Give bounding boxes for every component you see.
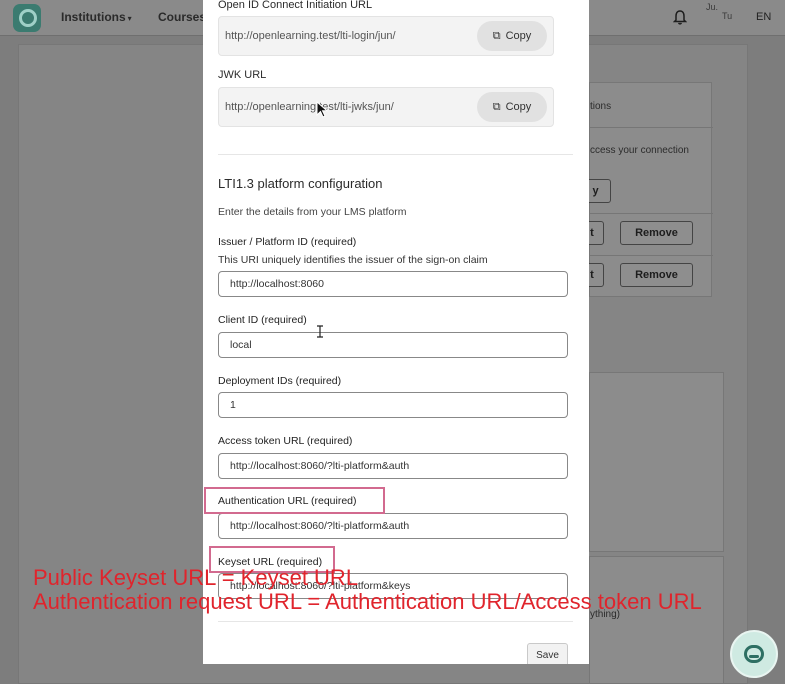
bg-panel-tab: tions (590, 101, 612, 112)
copy-icon: ⧉ (492, 101, 501, 113)
bg-divider (590, 127, 713, 128)
chat-widget-button[interactable] (730, 630, 778, 678)
bg-remove-button: Remove (620, 263, 693, 287)
bg-remove-button: Remove (620, 221, 693, 245)
copy-label: Copy (505, 30, 532, 42)
bg-panel-description: ccess your connection (590, 145, 689, 156)
bell-icon[interactable] (673, 10, 687, 25)
jwk-copy-button[interactable]: ⧉ Copy (477, 92, 547, 122)
background-panel-3: ything) (589, 556, 724, 684)
chat-line-icon (749, 655, 759, 658)
bg-divider (590, 255, 713, 256)
background-tools-panel: tions ccess your connection y t Remove t… (580, 82, 713, 297)
mouse-pointer-icon (316, 101, 328, 118)
issuer-input[interactable] (218, 271, 568, 297)
section-divider (218, 154, 573, 155)
nav-courses-label: Courses (158, 10, 207, 24)
jwk-url-label: JWK URL (218, 69, 267, 81)
bg-divider (590, 213, 713, 214)
nav-institutions-label: Institutions (61, 10, 126, 24)
deployment-ids-label: Deployment IDs (required) (218, 375, 342, 387)
save-button[interactable]: Save (527, 643, 568, 664)
client-id-input[interactable] (218, 332, 568, 358)
jwk-url-box: http://openlearning.test/lti-jwks/jun/ ⧉… (218, 87, 554, 127)
nav-institutions[interactable]: Institutions ▾ (61, 10, 132, 24)
language-selector[interactable]: EN (756, 11, 771, 23)
section-title: LTI1.3 platform configuration (218, 176, 383, 191)
user-name-line2: Tu (722, 11, 733, 21)
jwk-url-value: http://openlearning.test/lti-jwks/jun/ (225, 101, 394, 113)
user-avatar[interactable]: Ju. Tu (706, 3, 732, 21)
oidc-copy-button[interactable]: ⧉ Copy (477, 21, 547, 51)
copy-icon: ⧉ (492, 30, 501, 42)
authentication-url-input[interactable] (218, 513, 568, 539)
annotation-line-2: Authentication request URL = Authenticat… (33, 589, 702, 614)
section-subtitle: Enter the details from your LMS platform (218, 206, 407, 218)
chevron-down-icon: ▾ (127, 14, 132, 23)
oidc-url-label: Open ID Connect Initiation URL (218, 0, 373, 11)
issuer-help-text: This URI uniquely identifies the issuer … (218, 254, 488, 266)
annotation-line-1: Public Keyset URL = Keyset URL (33, 565, 359, 590)
issuer-label: Issuer / Platform ID (required) (218, 236, 357, 248)
oidc-url-value: http://openlearning.test/lti-login/jun/ (225, 30, 396, 42)
access-token-url-label: Access token URL (required) (218, 435, 353, 447)
oidc-url-box: http://openlearning.test/lti-login/jun/ … (218, 16, 554, 56)
background-panel-2 (589, 372, 724, 552)
chat-bubble-icon (744, 645, 764, 663)
client-id-label: Client ID (required) (218, 314, 307, 326)
deployment-ids-input[interactable] (218, 392, 568, 418)
openlearning-logo[interactable] (13, 4, 41, 32)
access-token-url-input[interactable] (218, 453, 568, 479)
text-cursor-icon (317, 325, 323, 338)
footer-divider (218, 621, 573, 622)
authentication-url-highlight (204, 487, 385, 514)
copy-label: Copy (505, 101, 532, 113)
